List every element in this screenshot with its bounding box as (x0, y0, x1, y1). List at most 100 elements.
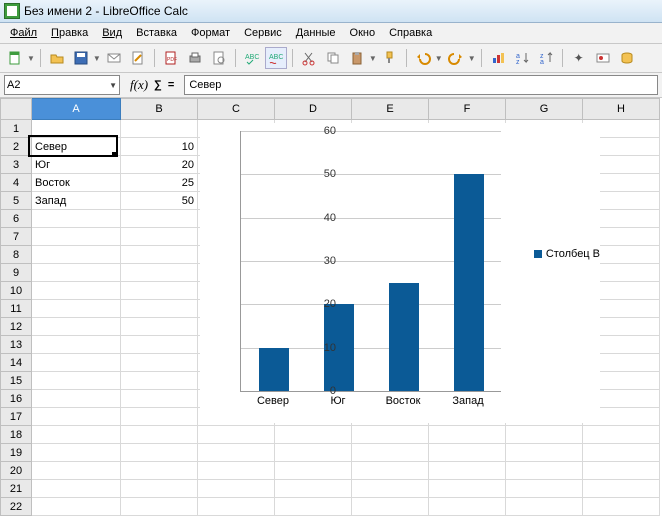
row-header-16[interactable]: 16 (1, 390, 32, 408)
cell-B22[interactable] (121, 498, 198, 516)
cell-F18[interactable] (429, 426, 506, 444)
menu-data[interactable]: Данные (290, 25, 342, 41)
cell-B19[interactable] (121, 444, 198, 462)
print-icon[interactable] (184, 47, 206, 69)
cell-B1[interactable] (121, 120, 198, 138)
row-header-15[interactable]: 15 (1, 372, 32, 390)
cell-F22[interactable] (429, 498, 506, 516)
col-header-C[interactable]: C (198, 99, 275, 120)
cell-F21[interactable] (429, 480, 506, 498)
col-header-H[interactable]: H (583, 99, 660, 120)
new-doc-dropdown-icon[interactable]: ▼ (27, 54, 35, 63)
cell-A22[interactable] (32, 498, 121, 516)
row-header-22[interactable]: 22 (1, 498, 32, 516)
cell-E22[interactable] (352, 498, 429, 516)
format-paintbrush-icon[interactable] (379, 47, 401, 69)
cell-B20[interactable] (121, 462, 198, 480)
cell-D18[interactable] (275, 426, 352, 444)
row-header-8[interactable]: 8 (1, 246, 32, 264)
row-header-1[interactable]: 1 (1, 120, 32, 138)
col-header-F[interactable]: F (429, 99, 506, 120)
cell-B9[interactable] (121, 264, 198, 282)
spellcheck-icon[interactable]: ABC (241, 47, 263, 69)
cell-B16[interactable] (121, 390, 198, 408)
function-wizard-icon[interactable]: f(x) (130, 77, 148, 93)
col-header-E[interactable]: E (352, 99, 429, 120)
paste-dropdown-icon[interactable]: ▼ (369, 54, 377, 63)
cell-C20[interactable] (198, 462, 275, 480)
cell-B14[interactable] (121, 354, 198, 372)
cell-reference-dropdown-icon[interactable]: ▼ (109, 81, 117, 90)
cell-A19[interactable] (32, 444, 121, 462)
formula-input[interactable]: Север (184, 75, 658, 95)
cell-B5[interactable]: 50 (121, 192, 198, 210)
datasources-icon[interactable] (616, 47, 638, 69)
sort-asc-icon[interactable]: az (511, 47, 533, 69)
row-header-19[interactable]: 19 (1, 444, 32, 462)
cell-A13[interactable] (32, 336, 121, 354)
equals-icon[interactable]: = (168, 79, 174, 91)
gallery-icon[interactable] (592, 47, 614, 69)
cell-H18[interactable] (583, 426, 660, 444)
row-header-18[interactable]: 18 (1, 426, 32, 444)
cell-A8[interactable] (32, 246, 121, 264)
cell-B21[interactable] (121, 480, 198, 498)
save-dropdown-icon[interactable]: ▼ (93, 54, 101, 63)
row-header-21[interactable]: 21 (1, 480, 32, 498)
col-header-B[interactable]: B (121, 99, 198, 120)
cell-B3[interactable]: 20 (121, 156, 198, 174)
chart-icon[interactable] (487, 47, 509, 69)
email-icon[interactable] (103, 47, 125, 69)
cell-G21[interactable] (506, 480, 583, 498)
cell-H19[interactable] (583, 444, 660, 462)
pdf-export-icon[interactable]: PDF (160, 47, 182, 69)
cell-A16[interactable] (32, 390, 121, 408)
cell-A4[interactable]: Восток (32, 174, 121, 192)
cell-A14[interactable] (32, 354, 121, 372)
cell-D21[interactable] (275, 480, 352, 498)
row-header-5[interactable]: 5 (1, 192, 32, 210)
cell-A1[interactable] (32, 120, 121, 138)
row-header-4[interactable]: 4 (1, 174, 32, 192)
cell-A3[interactable]: Юг (32, 156, 121, 174)
cell-C19[interactable] (198, 444, 275, 462)
cell-A6[interactable] (32, 210, 121, 228)
cell-A10[interactable] (32, 282, 121, 300)
menu-tools[interactable]: Сервис (238, 25, 288, 41)
cut-icon[interactable] (298, 47, 320, 69)
open-icon[interactable] (46, 47, 68, 69)
col-header-G[interactable]: G (506, 99, 583, 120)
embedded-chart[interactable]: 0102030405060 СеверЮгВостокЗапад Столбец… (200, 123, 600, 423)
select-all-corner[interactable] (1, 99, 32, 120)
sort-desc-icon[interactable]: za (535, 47, 557, 69)
cell-B11[interactable] (121, 300, 198, 318)
col-header-A[interactable]: A (32, 99, 121, 120)
cell-A12[interactable] (32, 318, 121, 336)
row-header-20[interactable]: 20 (1, 462, 32, 480)
print-preview-icon[interactable] (208, 47, 230, 69)
cell-G18[interactable] (506, 426, 583, 444)
undo-icon[interactable] (412, 47, 434, 69)
cell-D20[interactable] (275, 462, 352, 480)
cell-reference-input[interactable]: A2 ▼ (4, 75, 120, 95)
cell-B8[interactable] (121, 246, 198, 264)
redo-dropdown-icon[interactable]: ▼ (468, 54, 476, 63)
cell-G22[interactable] (506, 498, 583, 516)
new-doc-icon[interactable] (4, 47, 26, 69)
row-header-14[interactable]: 14 (1, 354, 32, 372)
cell-C18[interactable] (198, 426, 275, 444)
cell-C21[interactable] (198, 480, 275, 498)
row-header-3[interactable]: 3 (1, 156, 32, 174)
cell-H20[interactable] (583, 462, 660, 480)
navigator-icon[interactable]: ✦ (568, 47, 590, 69)
cell-F20[interactable] (429, 462, 506, 480)
menu-insert[interactable]: Вставка (130, 25, 183, 41)
sum-icon[interactable]: ∑ (154, 79, 162, 91)
row-header-7[interactable]: 7 (1, 228, 32, 246)
cell-B4[interactable]: 25 (121, 174, 198, 192)
cell-E18[interactable] (352, 426, 429, 444)
paste-icon[interactable] (346, 47, 368, 69)
menu-view[interactable]: Вид (96, 25, 128, 41)
save-icon[interactable] (70, 47, 92, 69)
copy-icon[interactable] (322, 47, 344, 69)
